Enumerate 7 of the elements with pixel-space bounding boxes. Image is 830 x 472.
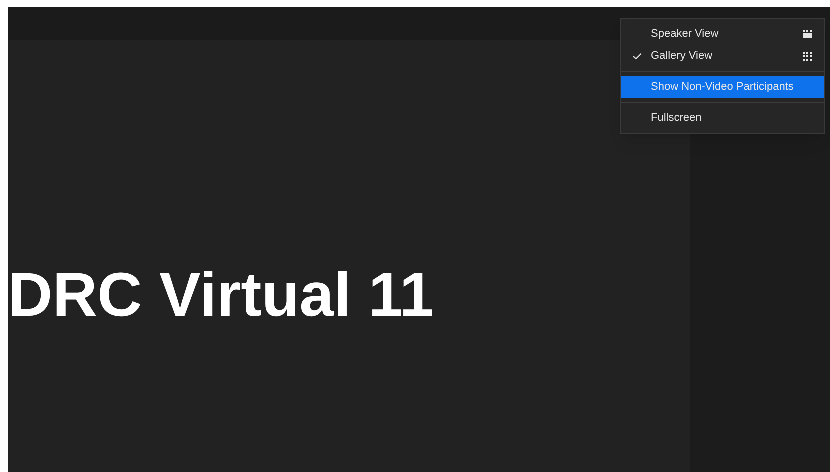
speaker-layout-icon bbox=[803, 30, 812, 38]
menu-item[interactable]: Fullscreen bbox=[621, 107, 824, 129]
slide-title: DRC Virtual 11 bbox=[8, 265, 434, 327]
menu-item[interactable]: Gallery View bbox=[621, 45, 824, 67]
menu-item[interactable]: Show Non-Video Participants bbox=[621, 76, 824, 98]
menu-item[interactable]: Speaker View bbox=[621, 23, 824, 45]
grid-icon bbox=[803, 52, 812, 60]
